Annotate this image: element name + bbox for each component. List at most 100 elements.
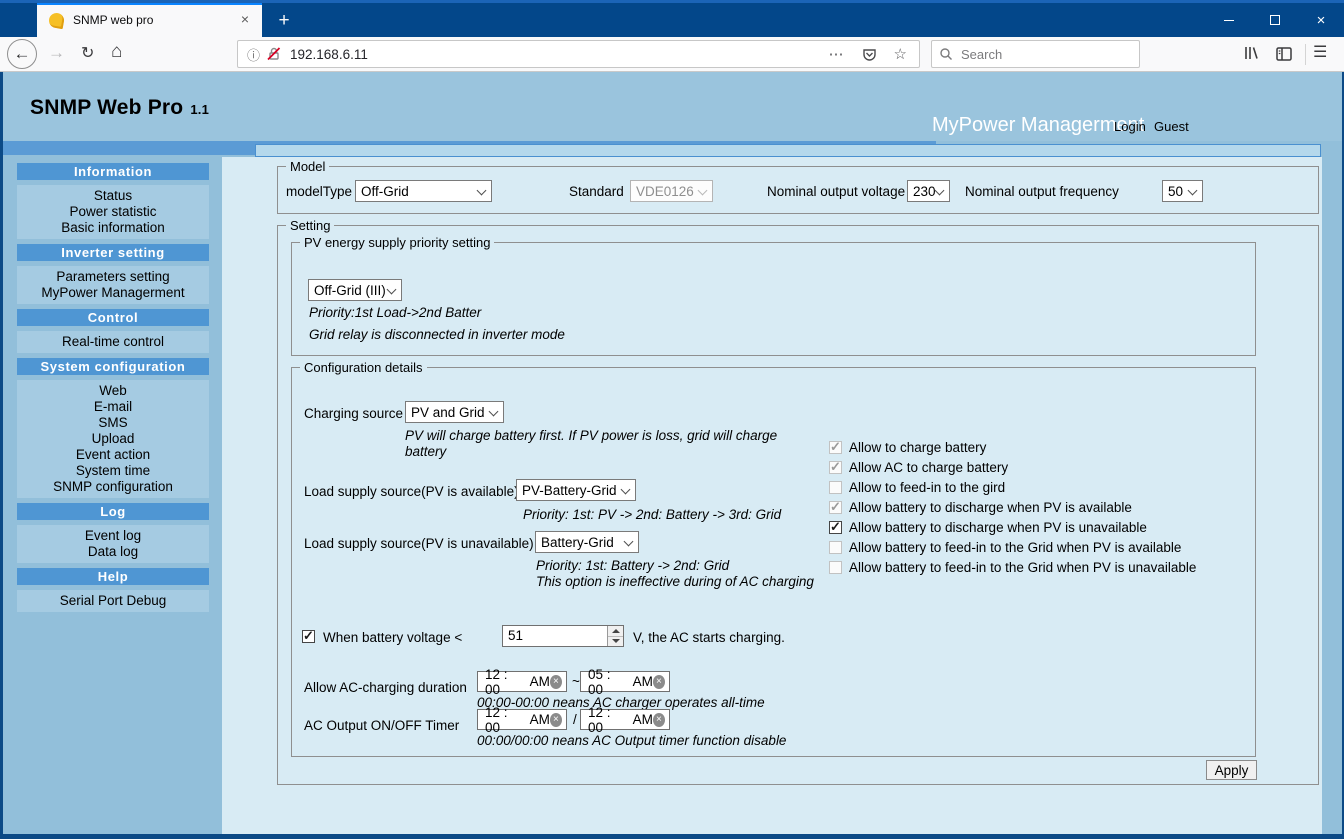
sidebar-header-help: Help — [17, 568, 209, 585]
sidebar-item-serial-port-debug[interactable]: Serial Port Debug — [17, 593, 209, 609]
hamburger-menu-icon[interactable]: ☰ — [1313, 42, 1327, 62]
pv-priority-select[interactable]: Off-Grid (III) — [308, 279, 402, 301]
range-separator: ~ — [572, 674, 580, 689]
checkbox[interactable] — [829, 439, 842, 455]
battery-voltage-suffix: V, the AC starts charging. — [633, 630, 785, 645]
checkbox[interactable] — [829, 519, 842, 535]
sidebar-item-event-log[interactable]: Event log — [17, 528, 209, 544]
browser-tab[interactable]: SNMP web pro × — [37, 3, 262, 37]
insecure-lock-icon[interactable] — [266, 46, 282, 62]
sidebar-item-snmp-configuration[interactable]: SNMP configuration — [17, 479, 209, 495]
voltage-select[interactable]: 230 — [907, 180, 950, 202]
permission-checklist: Allow to charge battery Allow AC to char… — [829, 437, 1196, 577]
sidebar-item-data-log[interactable]: Data log — [17, 544, 209, 560]
tab-close-icon[interactable]: × — [236, 11, 254, 29]
login-link[interactable]: Login — [1114, 119, 1146, 134]
chevron-down-icon — [476, 185, 487, 196]
chevron-down-icon — [623, 536, 634, 547]
sidebar-item-system-time[interactable]: System time — [17, 463, 209, 479]
guest-link[interactable]: Guest — [1154, 119, 1189, 134]
clear-time-icon[interactable]: × — [549, 712, 562, 727]
url-bar[interactable]: ⓘ 192.168.6.11 ⋯ ☆ — [237, 40, 920, 68]
sidebar-item-upload[interactable]: Upload — [17, 431, 209, 447]
minimize-button[interactable] — [1206, 3, 1252, 37]
page-actions-icon[interactable]: ⋯ — [829, 45, 845, 63]
apply-button[interactable]: Apply — [1206, 760, 1257, 780]
check-allow-charge-battery-row: Allow to charge battery — [829, 437, 1196, 457]
close-button[interactable]: × — [1298, 3, 1344, 37]
ac-output-on-input[interactable]: 12 : 00 AM × — [477, 705, 567, 735]
firefox-window: SNMP web pro × + × ← → ↻ ⌂ ⓘ 192.168.6.1… — [0, 0, 1344, 839]
sidebar-item-parameters-setting[interactable]: Parameters setting — [17, 269, 209, 285]
sidebar-item-real-time-control[interactable]: Real-time control — [17, 334, 209, 350]
reload-button[interactable]: ↻ — [81, 43, 94, 63]
battery-voltage-label: When battery voltage < — [323, 630, 463, 645]
pv-priority-groupbox: PV energy supply priority setting Off-Gr… — [291, 235, 1256, 356]
checkbox[interactable] — [829, 560, 842, 574]
tab-favicon-icon — [47, 11, 66, 29]
check-discharge-pv-unavailable-row: Allow battery to discharge when PV is un… — [829, 517, 1196, 537]
new-tab-button[interactable]: + — [270, 8, 298, 36]
battery-voltage-checkbox[interactable] — [302, 628, 315, 644]
sidebar-item-email[interactable]: E-mail — [17, 399, 209, 415]
back-button[interactable]: ← — [7, 39, 37, 69]
maximize-button[interactable] — [1252, 3, 1298, 37]
url-text[interactable]: 192.168.6.11 — [290, 47, 829, 62]
sidebar-item-status[interactable]: Status — [17, 188, 209, 204]
check-feed-in-pv-available-row: Allow battery to feed-in to the Grid whe… — [829, 537, 1196, 557]
load-unavailable-hint2: This option is ineffective during of AC … — [536, 574, 814, 589]
frequency-label: Nominal output frequency — [965, 184, 1119, 199]
pocket-icon[interactable] — [861, 46, 878, 63]
sidebar-item-event-action[interactable]: Event action — [17, 447, 209, 463]
toolbar-separator — [1305, 44, 1306, 65]
tab-title: SNMP web pro — [73, 13, 154, 27]
clear-time-icon[interactable]: × — [652, 674, 665, 689]
ac-charging-to-input[interactable]: 05 : 00 AM × — [580, 667, 670, 697]
sidebar-item-basic-information[interactable]: Basic information — [17, 220, 209, 236]
load-available-select[interactable]: PV-Battery-Grid — [516, 479, 636, 501]
charging-source-label: Charging source — [304, 406, 404, 421]
config-details-groupbox: Configuration details Charging source PV… — [291, 360, 1256, 757]
frequency-select[interactable]: 50 — [1162, 180, 1203, 202]
search-icon — [932, 46, 954, 62]
main-content: Model modelType Off-Grid Standard VDE012… — [222, 157, 1322, 834]
forward-button[interactable]: → — [48, 43, 65, 63]
bookmark-star-icon[interactable]: ☆ — [894, 45, 907, 63]
clear-time-icon[interactable]: × — [652, 712, 665, 727]
pv-priority-legend: PV energy supply priority setting — [300, 235, 495, 250]
sidebar-header-system-configuration: System configuration — [17, 358, 209, 375]
header-light-bar — [255, 144, 1321, 157]
sidebar-item-power-statistic[interactable]: Power statistic — [17, 204, 209, 220]
load-unavailable-select[interactable]: Battery-Grid — [535, 531, 639, 553]
sidebar-item-web[interactable]: Web — [17, 383, 209, 399]
checkbox[interactable] — [829, 480, 842, 494]
model-type-select[interactable]: Off-Grid — [355, 180, 492, 202]
sidebar-header-inverter-setting: Inverter setting — [17, 244, 209, 261]
ac-charging-from-input[interactable]: 12 : 00 AM × — [477, 667, 567, 697]
battery-voltage-input[interactable]: 51 — [502, 625, 624, 647]
sidebar-item-sms[interactable]: SMS — [17, 415, 209, 431]
browser-toolbar: ← → ↻ ⌂ ⓘ 192.168.6.11 ⋯ ☆ Search ☰ — [0, 37, 1344, 72]
sidebar-toggle-icon[interactable] — [1274, 44, 1294, 64]
standard-label: Standard — [569, 184, 624, 199]
home-button[interactable]: ⌂ — [111, 41, 122, 63]
charging-source-select[interactable]: PV and Grid — [405, 401, 504, 423]
clear-time-icon[interactable]: × — [549, 674, 562, 689]
browser-titlebar: SNMP web pro × + × — [0, 0, 1344, 37]
ac-output-off-input[interactable]: 12 : 00 AM × — [580, 705, 670, 735]
library-icon[interactable] — [1241, 43, 1261, 63]
page-info-icon[interactable]: ⓘ — [247, 45, 260, 64]
ac-charging-duration-label: Allow AC-charging duration — [304, 680, 467, 695]
app-version: 1.1 — [190, 102, 209, 117]
sidebar-item-mypower-management[interactable]: MyPower Managerment — [17, 285, 209, 301]
check-allow-feed-in-grid-row: Allow to feed-in to the gird — [829, 477, 1196, 497]
site-header: SNMP Web Pro 1.1 MyPower Managerment Logi… — [3, 72, 1342, 141]
checkbox[interactable] — [829, 459, 842, 475]
active-tab-stripe — [37, 3, 262, 5]
checkbox[interactable] — [829, 499, 842, 515]
chevron-down-icon — [488, 406, 499, 417]
search-bar[interactable]: Search — [931, 40, 1140, 68]
checkbox[interactable] — [829, 540, 842, 554]
charging-source-hint: PV will charge battery first. If PV powe… — [405, 428, 778, 459]
spinner[interactable] — [607, 626, 623, 646]
